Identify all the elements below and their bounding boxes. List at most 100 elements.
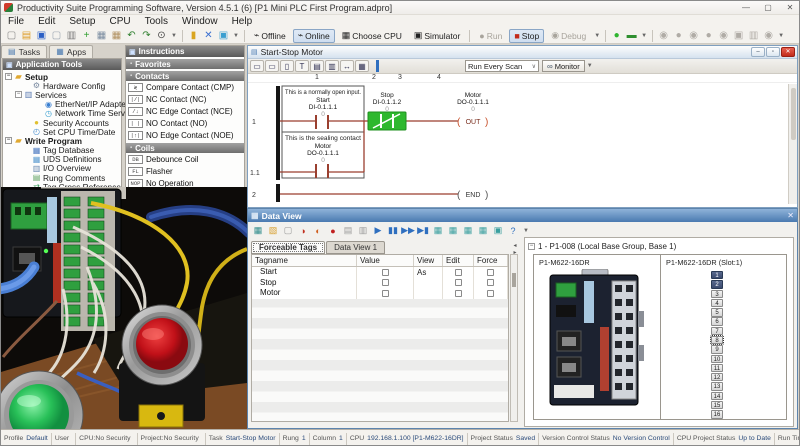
dataview-tool-icon[interactable]: ▦ [476,224,490,237]
close-icon[interactable]: ✕ [787,211,794,220]
table-scrollbar[interactable] [510,254,518,422]
paste-icon[interactable]: ▦ [109,29,124,43]
chevron-down-icon[interactable]: ▼ [233,33,239,39]
tab-data-view-1[interactable]: Data View 1 [326,241,386,254]
table-row[interactable]: Stop [252,277,508,288]
minimize-button[interactable]: – [751,47,765,57]
tab-apps[interactable]: ▦ Apps [49,45,94,58]
chevron-down-icon[interactable]: ▼ [171,33,177,39]
menu-item[interactable]: Tools [138,15,175,28]
undo-icon[interactable]: ↶ [124,29,139,43]
io-point-button[interactable]: 6 [711,317,723,326]
chevron-down-icon[interactable]: ▼ [641,33,647,39]
menu-item[interactable]: Edit [31,15,62,28]
collapse-icon[interactable]: − [528,242,535,250]
value-checkbox[interactable] [381,289,389,297]
instruction-item[interactable]: ≷ Compare Contact (CMP) [126,81,244,93]
value-checkbox[interactable] [381,279,389,287]
chevron-down-icon[interactable]: ▼ [594,33,600,39]
expander-icon[interactable]: − [15,91,22,99]
ladder-tool-icon[interactable]: ▦ [355,60,369,72]
io-point-button[interactable]: 5 [711,308,723,317]
io-point-button[interactable]: 2 [711,280,723,289]
dataview-tool-icon[interactable]: ◑ [296,224,310,237]
dataview-tool-icon[interactable]: ▧ [266,224,280,237]
io-point-button[interactable]: 1 [711,271,723,280]
dataview-tool-icon[interactable]: ● [326,224,340,237]
scroll-arrows[interactable]: ◂ ▸ [511,243,519,257]
ladder-tool-icon[interactable]: ▯ [280,60,294,72]
chevron-down-icon[interactable]: ▼ [523,228,529,234]
close-button[interactable]: ✕ [779,2,799,14]
scan-mode-select[interactable]: Run Every Scan ∨ [465,60,539,72]
ladder-canvas[interactable]: 1 1.1 2 (OUT) (END) This is a normal… [248,84,788,205]
tab-forceable-tags[interactable]: Forceable Tags [251,241,326,254]
ladder-tool-icon[interactable]: ↔ [340,60,354,72]
expander-icon[interactable]: − [5,73,12,81]
simulator-button[interactable]: ▣ Simulator [409,29,465,43]
copy-icon[interactable]: ▦ [94,29,109,43]
tab-tasks[interactable]: ▤ Tasks [1,45,48,58]
minimize-button[interactable]: — [735,2,757,14]
dataview-tool-icon[interactable]: ▦ [446,224,460,237]
dataview-tool-icon[interactable]: ▣ [491,224,505,237]
save-all-icon[interactable]: ▢ [49,29,64,43]
end-coil[interactable]: ( END ) [457,190,488,201]
chevron-down-icon[interactable]: ▼ [778,33,784,39]
io-point-button[interactable]: 12 [711,373,723,382]
io-point-button[interactable]: 16 [711,410,723,419]
expander-icon[interactable]: − [5,137,12,145]
open-icon[interactable]: ▤ [19,29,34,43]
dataview-tool-icon[interactable]: ◐ [311,224,325,237]
out-coil[interactable]: ( OUT ) [457,117,488,128]
instruction-item[interactable]: /↓ NC Edge Contact (NCE) [126,105,244,117]
save-icon[interactable]: ▣ [34,29,49,43]
coils-section[interactable]: ▪ Coils [126,143,244,153]
instruction-item[interactable]: FL Flasher [126,165,244,177]
new-icon[interactable]: ▢ [4,29,19,43]
io-point-button[interactable]: 14 [711,391,723,401]
ladder-tool-icon[interactable]: ▥ [325,60,339,72]
ladder-window-titlebar[interactable]: ▤ Start-Stop Motor – ▫ ✕ [248,46,797,59]
ladder-tool-icon[interactable]: ▭ [265,60,279,72]
io-point-button[interactable]: 9 [711,345,723,354]
force-checkbox[interactable] [487,279,494,287]
edit-checkbox[interactable] [454,289,462,297]
menu-item[interactable]: File [1,15,31,28]
monitor-button[interactable]: ∞ Monitor [542,60,585,72]
contacts-section[interactable]: ▪ Contacts [126,71,244,81]
dataview-tool-icon[interactable]: ▶▮ [416,224,430,237]
dataview-tool-icon[interactable]: ? [506,224,520,237]
instruction-item[interactable]: DB Debounce Coil [126,153,244,165]
menu-item[interactable]: Window [175,15,225,28]
table-row[interactable]: Motor [252,288,508,299]
dataview-tool-icon[interactable]: ▦ [431,224,445,237]
find-icon[interactable]: ⊙ [154,29,169,43]
io-point-button[interactable]: 3 [711,289,723,298]
dataview-tool-icon[interactable]: ▦ [461,224,475,237]
io-point-button[interactable]: 8 [710,334,724,346]
menu-item[interactable]: Setup [62,15,102,28]
dataview-tool-icon[interactable]: ▢ [281,224,295,237]
menu-item[interactable]: Help [225,15,260,28]
ladder-tool-icon[interactable]: T [295,60,309,72]
base-group-node[interactable]: − 1 - P1-008 (Local Base Group, Base 1) [528,240,793,252]
edit-checkbox[interactable] [454,279,462,287]
print-icon[interactable]: ▥ [64,29,79,43]
dataview-tool-icon[interactable]: ▤ [341,224,355,237]
force-checkbox[interactable] [487,289,494,297]
io-point-button[interactable]: 15 [711,400,723,410]
instruction-item[interactable]: |/| NC Contact (NC) [126,93,244,105]
dataview-tool-icon[interactable]: ▶▶ [401,224,415,237]
data-view-titlebar[interactable]: ▦ Data View ✕ [248,209,797,222]
debug-button[interactable]: ◉ Debug [546,29,591,43]
dataview-tool-icon[interactable]: ▶ [371,224,385,237]
online-button[interactable]: ⌁ Online [292,28,335,43]
stop-button[interactable]: ■ Stop [509,28,545,43]
seal-no-contact[interactable] [315,164,329,178]
view-as-cell[interactable] [414,288,443,299]
instruction-item[interactable]: |↑| NO Edge Contact (NOE) [126,129,244,141]
chevron-down-icon[interactable]: ▼ [587,63,593,69]
ladder-tool-icon[interactable]: ▭ [250,60,264,72]
view-as-cell[interactable] [414,277,443,288]
